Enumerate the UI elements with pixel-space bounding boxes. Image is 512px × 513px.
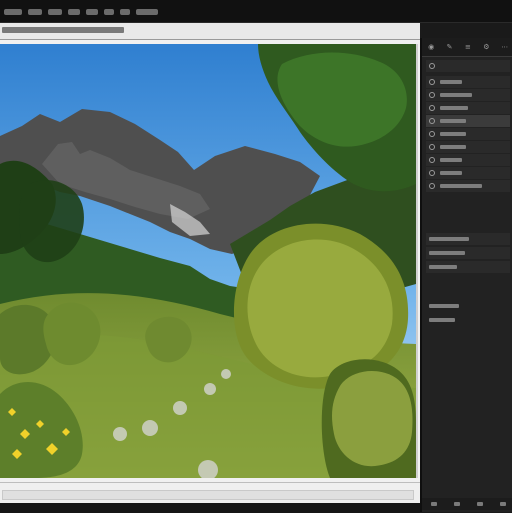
panel-row[interactable]: [426, 314, 510, 326]
layer-item[interactable]: [426, 141, 510, 153]
status-bar: [2, 490, 414, 500]
footer-icon-3[interactable]: [476, 502, 483, 506]
panel-section-3: [426, 300, 510, 328]
panel-toolbar: ◉ ✎ ≡ ⚙ ⋯: [422, 38, 512, 57]
row-bar: [440, 119, 466, 123]
panel-row[interactable]: [426, 261, 510, 273]
panel-row[interactable]: [426, 233, 510, 245]
footer-icon-4[interactable]: [499, 502, 506, 506]
footer-icon-1[interactable]: [430, 502, 437, 506]
row-bar: [440, 93, 472, 97]
layer-icon: [429, 79, 435, 85]
eye-icon[interactable]: ◉: [427, 43, 435, 51]
row-bar: [429, 265, 457, 269]
path-text: [2, 27, 124, 33]
row-bar: [440, 132, 466, 136]
panel-header[interactable]: [426, 60, 510, 72]
path-bar[interactable]: [0, 23, 420, 40]
layer-list: [426, 76, 510, 193]
menu-item[interactable]: [86, 9, 98, 15]
canvas[interactable]: [0, 44, 418, 478]
layer-icon: [429, 144, 435, 150]
layer-icon: [429, 131, 435, 137]
layer-icon: [429, 170, 435, 176]
more-icon[interactable]: ⋯: [501, 43, 509, 51]
menu: [4, 9, 158, 17]
canvas-frame: [0, 40, 420, 482]
menu-item[interactable]: [28, 9, 42, 15]
layer-icon: [429, 118, 435, 124]
landscape-image: [0, 44, 416, 478]
layer-item[interactable]: [426, 89, 510, 101]
row-bar: [440, 158, 462, 162]
menu-item[interactable]: [136, 9, 158, 15]
row-bar: [440, 106, 468, 110]
layer-item[interactable]: [426, 167, 510, 179]
menu-item[interactable]: [48, 9, 62, 15]
panel-row[interactable]: [426, 300, 510, 312]
panel-header-icon: [429, 63, 435, 69]
layer-item[interactable]: [426, 76, 510, 88]
menu-item[interactable]: [68, 9, 80, 15]
layer-icon: [429, 92, 435, 98]
menu-item[interactable]: [4, 9, 22, 15]
layer-item[interactable]: [426, 102, 510, 114]
layer-icon: [429, 157, 435, 163]
row-bar: [440, 145, 466, 149]
row-bar: [429, 251, 465, 255]
layer-icon: [429, 183, 435, 189]
bottom-bar: [0, 482, 420, 513]
layers-icon[interactable]: ≡: [464, 43, 472, 51]
layer-item[interactable]: [426, 154, 510, 166]
brush-icon[interactable]: ✎: [446, 43, 454, 51]
menu-bar: [0, 0, 512, 23]
row-bar: [429, 237, 469, 241]
row-bar: [440, 184, 482, 188]
gear-icon[interactable]: ⚙: [482, 43, 490, 51]
panel-section-2: [426, 233, 510, 275]
layer-item[interactable]: [426, 128, 510, 140]
right-panel: ◉ ✎ ≡ ⚙ ⋯: [420, 38, 512, 512]
footer-icon-2[interactable]: [453, 502, 460, 506]
layer-item[interactable]: [426, 115, 510, 127]
menu-item[interactable]: [104, 9, 114, 15]
layer-icon: [429, 105, 435, 111]
row-bar: [429, 304, 459, 308]
panel-footer: [422, 498, 512, 510]
row-bar: [440, 80, 462, 84]
row-bar: [440, 171, 462, 175]
row-bar: [429, 318, 455, 322]
layer-item[interactable]: [426, 180, 510, 192]
menu-item[interactable]: [120, 9, 130, 15]
panel-row[interactable]: [426, 247, 510, 259]
